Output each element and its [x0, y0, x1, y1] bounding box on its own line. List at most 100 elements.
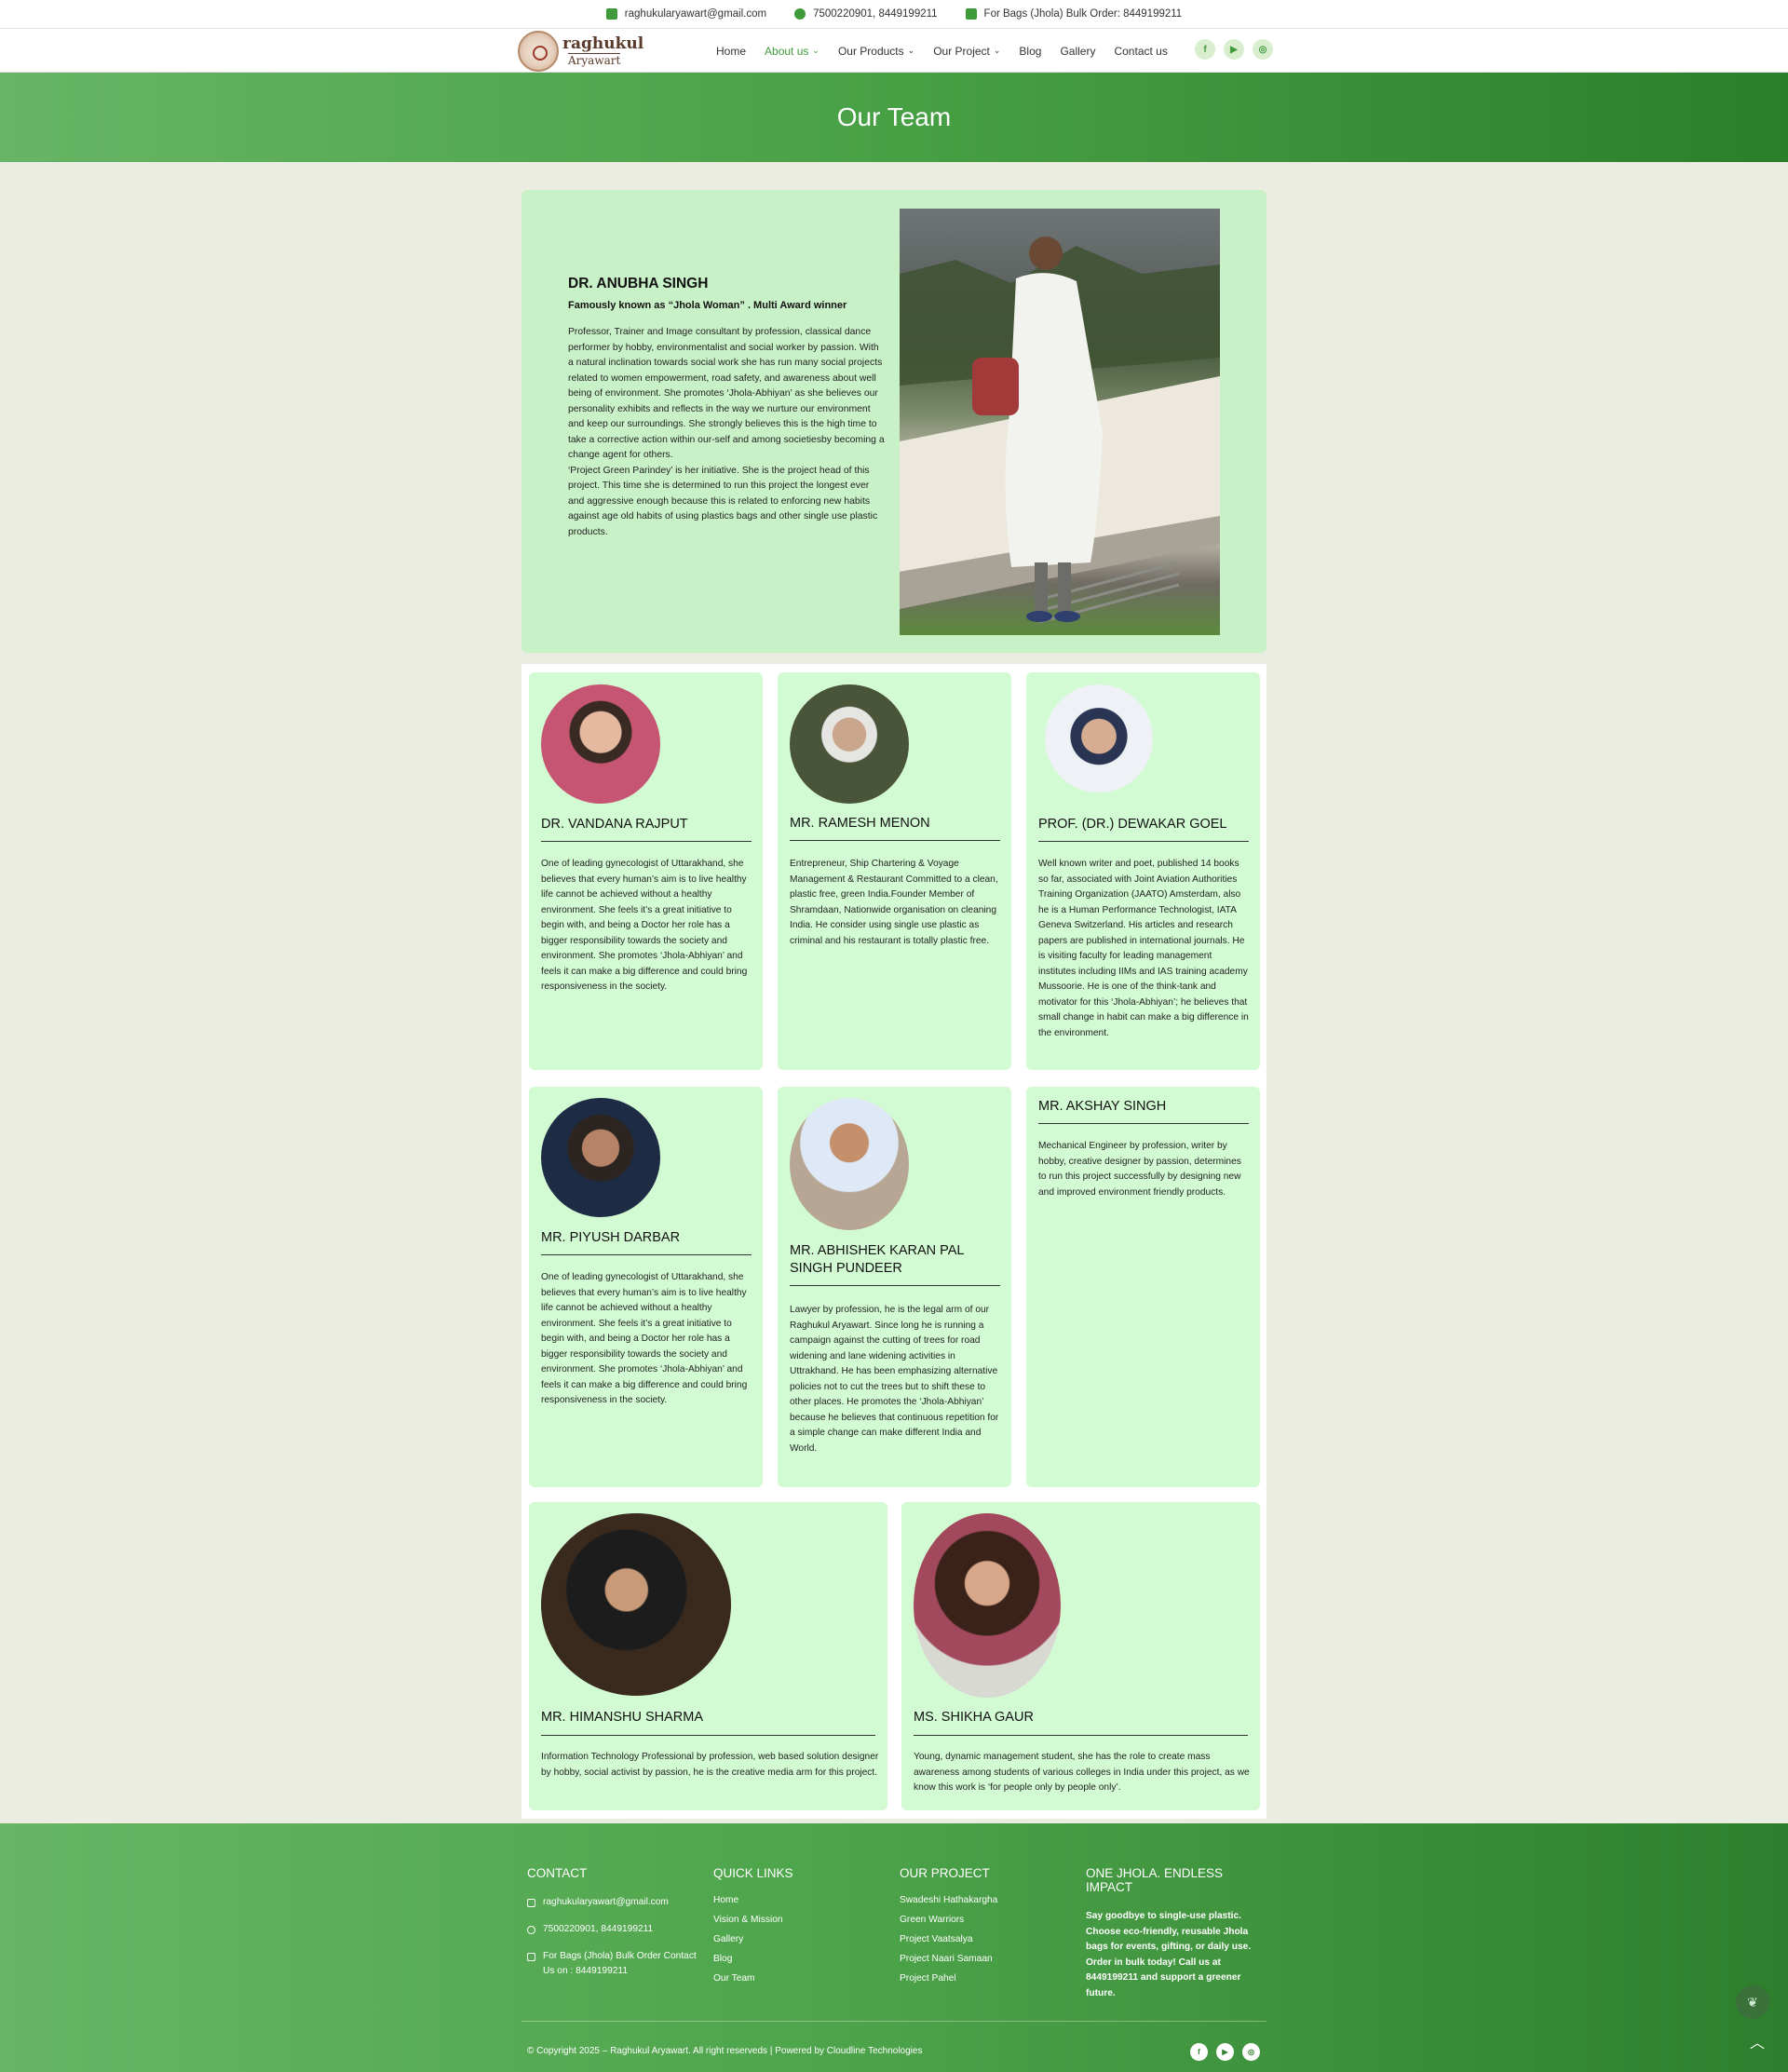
avatar	[541, 1098, 660, 1217]
site-logo[interactable]: raghukul Aryawart	[518, 31, 643, 72]
youtube-icon[interactable]: ▶	[1216, 2043, 1234, 2061]
member-name: MS. SHIKHA GAUR	[914, 1710, 1034, 1725]
footer-quick-links: QUICK LINKS Home Vision & Mission Galler…	[713, 1866, 890, 1993]
footer-project-link[interactable]: Project Pahel	[900, 1973, 1077, 1984]
bag-icon	[965, 8, 977, 20]
footer-divider	[522, 2021, 1266, 2022]
topbar-email[interactable]: raghukularyawart@gmail.com	[605, 8, 767, 20]
nav-contact[interactable]: Contact us	[1114, 45, 1167, 58]
logo-emblem-icon	[518, 31, 559, 72]
member-name: PROF. (DR.) DEWAKAR GOEL	[1038, 817, 1227, 832]
topbar-phone-text: 7500220901, 8449199211	[813, 8, 938, 20]
member-name: MR. AKSHAY SINGH	[1038, 1099, 1167, 1114]
footer-link-team[interactable]: Our Team	[713, 1973, 890, 1984]
avatar	[914, 1513, 1061, 1698]
footer-phone-text: 7500220901, 8449199211	[543, 1924, 654, 1934]
nav-home[interactable]: Home	[716, 45, 746, 58]
footer-project-link[interactable]: Green Warriors	[900, 1915, 1077, 1925]
scroll-to-top-icon[interactable]: ︿	[1748, 2030, 1767, 2052]
team-card: MR. AKSHAY SINGH Mechanical Engineer by …	[1026, 1087, 1260, 1487]
avatar	[541, 1513, 731, 1696]
top-contact-bar: raghukularyawart@gmail.com 7500220901, 8…	[0, 0, 1788, 29]
footer-link-gallery[interactable]: Gallery	[713, 1934, 890, 1944]
footer-quick-links-heading: QUICK LINKS	[713, 1866, 793, 1880]
chevron-down-icon: ⌄	[907, 46, 915, 55]
logo-line-2: Aryawart	[568, 52, 621, 67]
mail-icon	[605, 8, 617, 20]
site-footer: CONTACT raghukularyawart@gmail.com 75002…	[0, 1823, 1788, 2072]
footer-contact: CONTACT raghukularyawart@gmail.com 75002…	[527, 1866, 704, 1991]
nav-blog[interactable]: Blog	[1019, 45, 1041, 58]
member-description: Information Technology Professional by p…	[541, 1752, 879, 1778]
facebook-icon[interactable]: f	[1195, 39, 1215, 60]
founder-description: Professor, Trainer and Image consultant …	[568, 327, 885, 537]
member-name: DR. VANDANA RAJPUT	[541, 817, 688, 832]
footer-impact-heading: ONE JHOLA. ENDLESS IMPACT	[1086, 1866, 1224, 1894]
member-name: MR. ABHISHEK KARAN PAL SINGH PUNDEER	[790, 1243, 964, 1276]
footer-bulk-text: For Bags (Jhola) Bulk Order Contact Us o…	[543, 1951, 697, 1976]
nav-products-label: Our Products	[837, 44, 904, 58]
nav-gallery-label: Gallery	[1060, 44, 1096, 58]
nav-about[interactable]: About us ⌄	[765, 45, 820, 58]
footer-contact-heading: CONTACT	[527, 1866, 588, 1880]
nav-blog-label: Blog	[1019, 44, 1042, 58]
footer-bulk[interactable]: For Bags (Jhola) Bulk Order Contact Us o…	[527, 1949, 704, 1979]
chevron-down-icon: ⌄	[993, 46, 1001, 55]
main-nav: Home About us ⌄ Our Products ⌄ Our Project…	[716, 29, 1168, 73]
logo-line-1: raghukul	[562, 34, 644, 53]
nav-gallery[interactable]: Gallery	[1060, 45, 1095, 58]
nav-contact-label: Contact us	[1114, 44, 1168, 58]
footer-phone[interactable]: 7500220901, 8449199211	[527, 1922, 704, 1937]
topbar-email-text: raghukularyawart@gmail.com	[624, 8, 767, 20]
founder-name: DR. ANUBHA SINGH	[568, 276, 709, 291]
footer-project-link[interactable]: Project Naari Samaan	[900, 1954, 1077, 1964]
youtube-icon[interactable]: ▶	[1224, 39, 1244, 60]
divider	[1038, 841, 1249, 842]
footer-email[interactable]: raghukularyawart@gmail.com	[527, 1895, 704, 1910]
avatar	[541, 684, 660, 804]
team-card: PROF. (DR.) DEWAKAR GOEL Well known writ…	[1026, 672, 1260, 1070]
instagram-icon[interactable]: ◎	[1253, 39, 1273, 60]
footer-our-project: OUR PROJECT Swadeshi Hathakargha Green W…	[900, 1866, 1077, 1993]
instagram-icon[interactable]: ◎	[1242, 2043, 1260, 2061]
topbar-bulk-order[interactable]: For Bags (Jhola) Bulk Order: 8449199211	[965, 8, 1182, 20]
team-card: MR. ABHISHEK KARAN PAL SINGH PUNDEER Law…	[778, 1087, 1011, 1487]
nav-project[interactable]: Our Project ⌄	[933, 45, 1000, 58]
nav-products[interactable]: Our Products ⌄	[838, 45, 914, 58]
nav-about-label: About us	[765, 44, 809, 58]
header-socials: f ▶ ◎	[1195, 39, 1273, 60]
footer-email-text: raghukularyawart@gmail.com	[543, 1897, 669, 1907]
site-header: raghukul Aryawart Home About us ⌄ Our Pro…	[0, 29, 1788, 73]
member-description: One of leading gynecologist of Uttarakha…	[541, 859, 748, 992]
founder-photo	[900, 209, 1220, 635]
team-card: MR. HIMANSHU SHARMA Information Technolo…	[529, 1502, 887, 1810]
footer-socials: f ▶ ◎	[1190, 2043, 1260, 2061]
bag-icon	[527, 1953, 535, 1961]
footer-project-link[interactable]: Project Vaatsalya	[900, 1934, 1077, 1944]
page-banner: Our Team	[0, 73, 1788, 162]
phone-icon	[794, 8, 806, 20]
footer-impact-text: Say goodbye to single-use plastic. Choos…	[1086, 1911, 1252, 1998]
team-card: MS. SHIKHA GAUR Young, dynamic managemen…	[901, 1502, 1260, 1810]
footer-project-link[interactable]: Swadeshi Hathakargha	[900, 1895, 1077, 1905]
member-description: One of leading gynecologist of Uttarakha…	[541, 1272, 748, 1405]
topbar-phone[interactable]: 7500220901, 8449199211	[794, 8, 938, 20]
member-description: Young, dynamic management student, she h…	[914, 1752, 1250, 1793]
divider	[1038, 1123, 1249, 1124]
divider	[541, 841, 752, 842]
nav-project-label: Our Project	[933, 44, 990, 58]
avatar	[790, 684, 909, 804]
divider	[541, 1254, 752, 1255]
team-card: DR. VANDANA RAJPUT One of leading gyneco…	[529, 672, 763, 1070]
footer-link-vision[interactable]: Vision & Mission	[713, 1915, 890, 1925]
nav-home-label: Home	[716, 44, 747, 58]
footer-link-blog[interactable]: Blog	[713, 1954, 890, 1964]
sprout-icon[interactable]: ❦	[1736, 1985, 1769, 2019]
footer-link-home[interactable]: Home	[713, 1895, 890, 1905]
member-description: Lawyer by profession, he is the legal ar…	[790, 1305, 999, 1454]
avatar	[790, 1098, 909, 1230]
facebook-icon[interactable]: f	[1190, 2043, 1208, 2061]
team-card: MR. RAMESH MENON Entrepreneur, Ship Char…	[778, 672, 1011, 1070]
founder-subtitle: Famously known as “Jhola Woman” . Multi …	[568, 300, 847, 311]
footer-project-heading: OUR PROJECT	[900, 1866, 990, 1880]
